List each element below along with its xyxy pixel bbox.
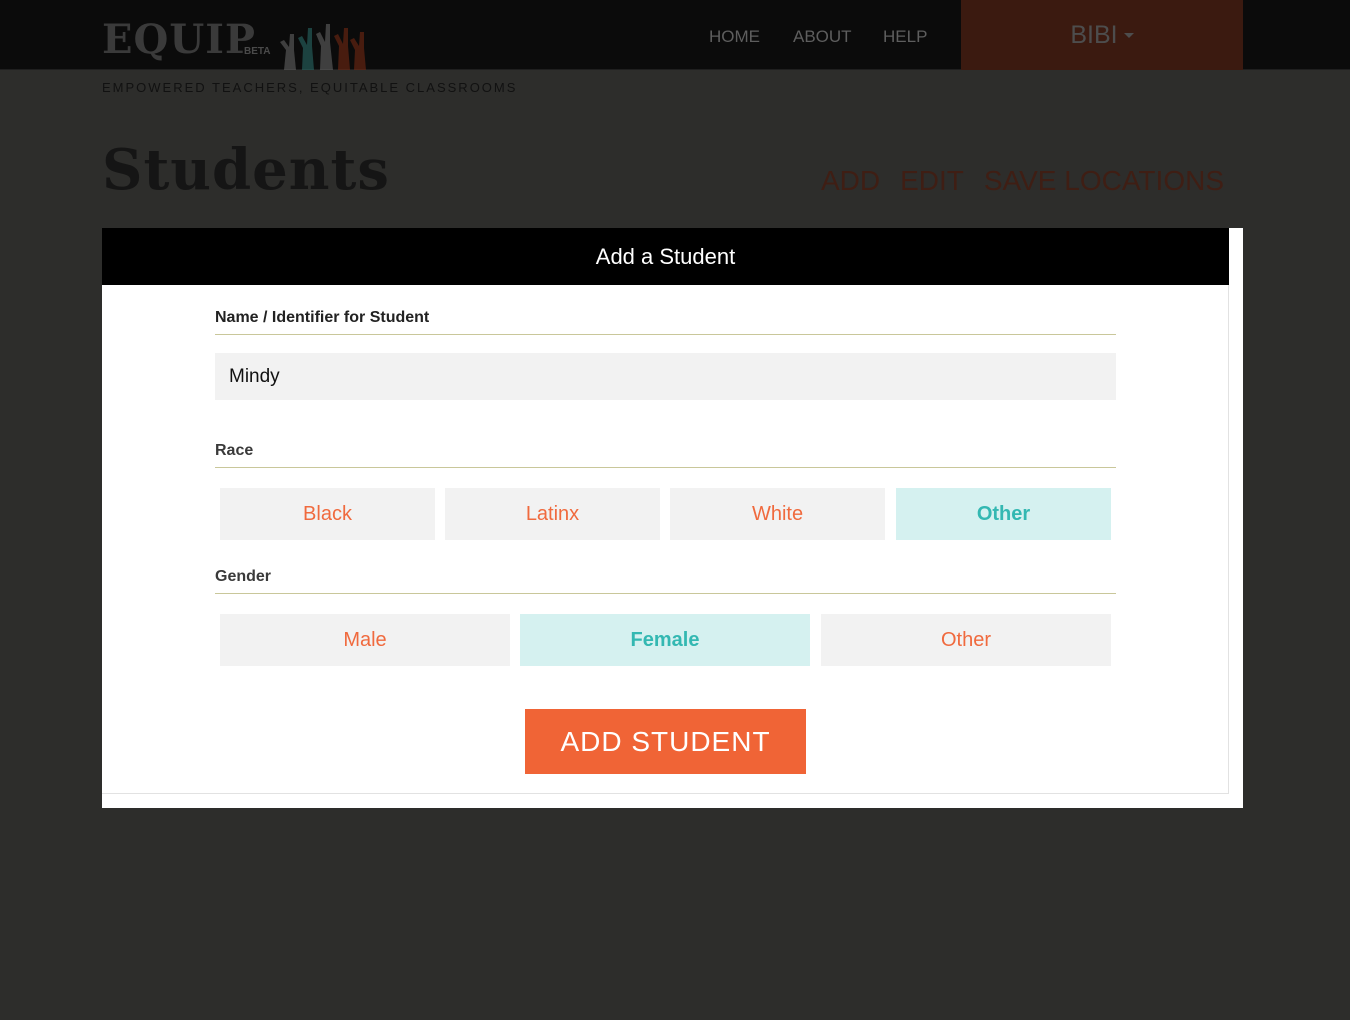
logo[interactable]: EQUIP <box>102 18 256 62</box>
race-option-latinx[interactable]: Latinx <box>445 488 660 540</box>
save-locations-link[interactable]: SAVE LOCATIONS <box>984 164 1224 198</box>
gender-option-male[interactable]: Male <box>220 614 510 666</box>
hands-logo-icon <box>280 24 366 70</box>
top-nav: EQUIP BETA HOME ABOUT HELP BIBI <box>0 0 1350 70</box>
add-student-button[interactable]: ADD STUDENT <box>525 709 806 774</box>
nav-home[interactable]: HOME <box>709 26 760 48</box>
beta-badge: BETA <box>244 46 271 57</box>
user-name: BIBI <box>1070 20 1118 49</box>
name-label: Name / Identifier for Student <box>215 308 1116 335</box>
page-actions: ADD EDIT SAVE LOCATIONS <box>821 164 1224 198</box>
nav-help[interactable]: HELP <box>883 26 927 48</box>
modal-body: Add a Student Name / Identifier for Stud… <box>102 228 1229 794</box>
gender-label: Gender <box>215 567 1116 594</box>
race-option-other[interactable]: Other <box>896 488 1111 540</box>
tagline: EMPOWERED TEACHERS, EQUITABLE CLASSROOMS <box>102 80 518 95</box>
gender-option-female[interactable]: Female <box>520 614 810 666</box>
page-title: Students <box>102 137 390 203</box>
gender-option-other[interactable]: Other <box>821 614 1111 666</box>
add-link[interactable]: ADD <box>821 164 880 198</box>
edit-link[interactable]: EDIT <box>900 164 964 198</box>
student-name-input[interactable] <box>215 353 1116 400</box>
modal-title: Add a Student <box>102 228 1229 285</box>
nav-about[interactable]: ABOUT <box>793 26 852 48</box>
race-label: Race <box>215 441 1116 468</box>
add-student-modal: Add a Student Name / Identifier for Stud… <box>102 228 1243 808</box>
race-option-white[interactable]: White <box>670 488 885 540</box>
chevron-down-icon <box>1123 32 1134 38</box>
user-menu-dropdown[interactable]: BIBI <box>961 0 1243 70</box>
race-option-black[interactable]: Black <box>220 488 435 540</box>
